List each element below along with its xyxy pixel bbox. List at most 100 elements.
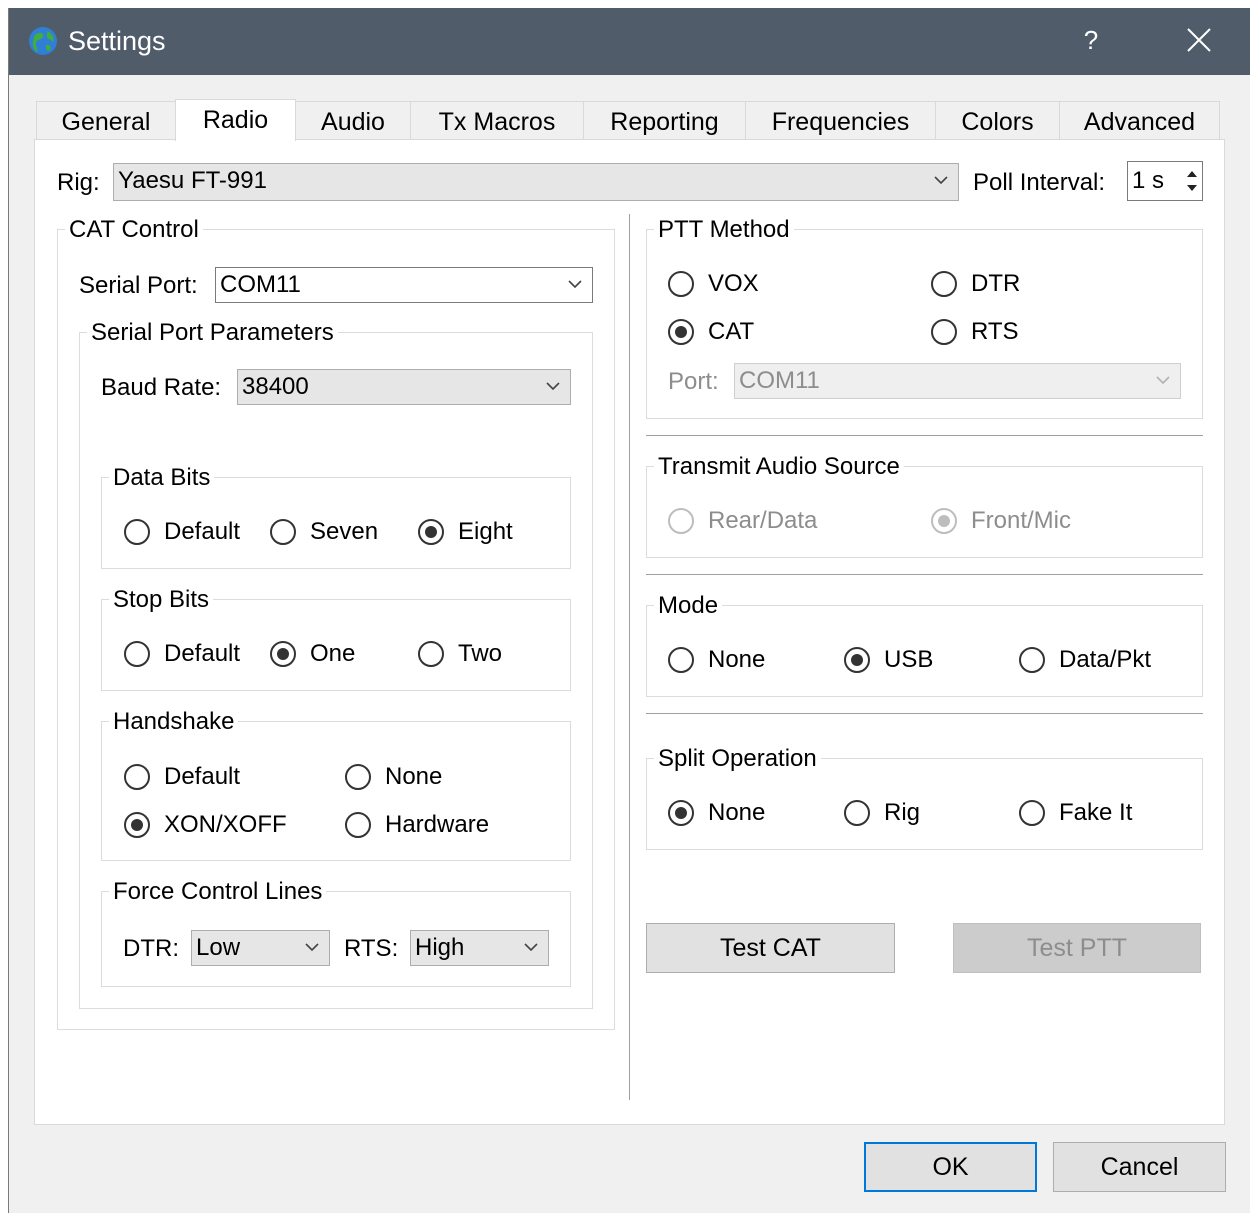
data-bits-eight-radio[interactable] — [418, 519, 444, 545]
stop-bits-title: Stop Bits — [109, 586, 214, 614]
separator — [646, 435, 1203, 436]
force-control-lines-title: Force Control Lines — [109, 878, 327, 906]
audio-rear-data-label[interactable]: Rear/Data — [708, 507, 817, 535]
stop-bits-two-radio[interactable] — [418, 641, 444, 667]
tab-tx-macros[interactable]: Tx Macros — [410, 101, 584, 139]
handshake-xonxoff-radio[interactable] — [124, 812, 150, 838]
dtr-value: Low — [196, 934, 241, 961]
audio-front-mic-label[interactable]: Front/Mic — [971, 507, 1071, 535]
split-operation-title: Split Operation — [654, 745, 821, 773]
data-bits-default-label[interactable]: Default — [164, 518, 240, 546]
ptt-vox-radio[interactable] — [668, 271, 694, 297]
tab-audio[interactable]: Audio — [295, 101, 411, 139]
spin-arrows-icon[interactable] — [1182, 162, 1202, 200]
handshake-hardware-label[interactable]: Hardware — [385, 811, 489, 839]
ptt-dtr-label[interactable]: DTR — [971, 270, 1020, 298]
rts-label: RTS: — [344, 935, 399, 962]
tab-radio[interactable]: Radio — [175, 99, 296, 141]
baud-rate-label: Baud Rate: — [101, 374, 222, 401]
audio-rear-data-radio[interactable] — [668, 508, 694, 534]
tab-advanced[interactable]: Advanced — [1059, 101, 1220, 139]
mode-data-pkt-label[interactable]: Data/Pkt — [1059, 646, 1151, 674]
rts-value: High — [415, 934, 465, 961]
rts-combo[interactable]: High — [410, 930, 549, 966]
split-none-label[interactable]: None — [708, 799, 765, 827]
stop-bits-one-radio[interactable] — [270, 641, 296, 667]
serial-port-params-title: Serial Port Parameters — [87, 319, 338, 347]
rig-label: Rig: — [57, 169, 100, 196]
handshake-default-label[interactable]: Default — [164, 763, 240, 791]
split-rig-radio[interactable] — [844, 800, 870, 826]
tab-reporting[interactable]: Reporting — [583, 101, 746, 139]
split-fake-it-label[interactable]: Fake It — [1059, 799, 1132, 827]
serial-port-value: COM11 — [220, 271, 301, 298]
ptt-vox-label[interactable]: VOX — [708, 270, 759, 298]
stop-bits-default-label[interactable]: Default — [164, 640, 240, 668]
handshake-hardware-radio[interactable] — [345, 812, 371, 838]
ptt-port-value: COM11 — [739, 367, 820, 394]
test-cat-button[interactable]: Test CAT — [646, 923, 895, 973]
cancel-button[interactable]: Cancel — [1053, 1142, 1226, 1192]
separator — [646, 713, 1203, 714]
globe-icon — [29, 27, 57, 55]
ptt-cat-radio[interactable] — [668, 319, 694, 345]
tab-label: General — [61, 108, 151, 136]
help-icon: ? — [1083, 25, 1099, 55]
dtr-label: DTR: — [123, 935, 179, 962]
ptt-port-combo[interactable]: COM11 — [734, 363, 1181, 399]
mode-data-pkt-radio[interactable] — [1019, 647, 1045, 673]
mode-none-label[interactable]: None — [708, 646, 765, 674]
chevron-down-icon — [934, 176, 948, 185]
mode-usb-radio[interactable] — [844, 647, 870, 673]
tab-label: Audio — [321, 108, 385, 136]
data-bits-seven-label[interactable]: Seven — [310, 518, 378, 546]
tab-frequencies[interactable]: Frequencies — [745, 101, 936, 139]
chevron-down-icon — [1156, 376, 1170, 385]
tab-label: Tx Macros — [438, 108, 556, 136]
dtr-combo[interactable]: Low — [191, 930, 330, 966]
split-rig-label[interactable]: Rig — [884, 799, 920, 827]
handshake-none-label[interactable]: None — [385, 763, 442, 791]
ptt-port-label: Port: — [668, 368, 719, 395]
tab-colors[interactable]: Colors — [935, 101, 1060, 139]
ptt-dtr-radio[interactable] — [931, 271, 957, 297]
test-ptt-button[interactable]: Test PTT — [953, 923, 1201, 973]
stop-bits-two-label[interactable]: Two — [458, 640, 502, 668]
serial-port-combo[interactable]: COM11 — [215, 267, 593, 303]
audio-front-mic-radio[interactable] — [931, 508, 957, 534]
handshake-default-radio[interactable] — [124, 764, 150, 790]
data-bits-title: Data Bits — [109, 464, 215, 492]
close-icon — [1187, 28, 1211, 52]
ptt-rts-radio[interactable] — [931, 319, 957, 345]
handshake-xonxoff-label[interactable]: XON/XOFF — [164, 811, 287, 839]
cat-control-title: CAT Control — [65, 216, 203, 244]
baud-rate-combo[interactable]: 38400 — [237, 369, 571, 405]
stop-bits-one-label[interactable]: One — [310, 640, 355, 668]
data-bits-eight-label[interactable]: Eight — [458, 518, 513, 546]
title-bar: Settings ? — [9, 8, 1250, 75]
ptt-cat-label[interactable]: CAT — [708, 318, 754, 346]
poll-interval-value: 1 s — [1132, 167, 1165, 194]
ptt-rts-label[interactable]: RTS — [971, 318, 1019, 346]
handshake-title: Handshake — [109, 708, 239, 736]
chevron-down-icon — [305, 943, 319, 952]
rig-combo[interactable]: Yaesu FT-991 — [113, 163, 959, 201]
mode-usb-label[interactable]: USB — [884, 646, 933, 674]
tab-label: Radio — [202, 106, 269, 134]
split-none-radio[interactable] — [668, 800, 694, 826]
chevron-down-icon — [524, 943, 538, 952]
tab-general[interactable]: General — [36, 101, 176, 139]
mode-none-radio[interactable] — [668, 647, 694, 673]
handshake-none-radio[interactable] — [345, 764, 371, 790]
poll-interval-spinbox[interactable]: 1 s — [1127, 161, 1203, 201]
data-bits-seven-radio[interactable] — [270, 519, 296, 545]
chevron-down-icon — [546, 382, 560, 391]
stop-bits-default-radio[interactable] — [124, 641, 150, 667]
help-button[interactable]: ? — [1071, 18, 1111, 62]
split-fake-it-radio[interactable] — [1019, 800, 1045, 826]
close-button[interactable] — [1177, 18, 1221, 62]
rig-value: Yaesu FT-991 — [118, 167, 267, 194]
ok-button[interactable]: OK — [864, 1142, 1037, 1192]
data-bits-default-radio[interactable] — [124, 519, 150, 545]
window-title: Settings — [68, 26, 166, 56]
